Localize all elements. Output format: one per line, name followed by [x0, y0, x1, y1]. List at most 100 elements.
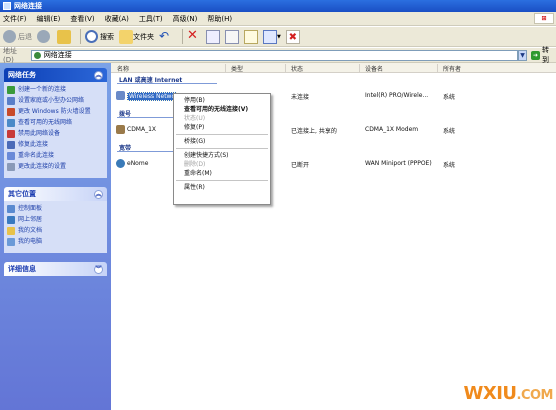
properties-button[interactable] [244, 29, 258, 44]
task-setup-home-network[interactable]: 设置家庭或小型办公网络 [7, 97, 104, 105]
menu-tools[interactable]: 工具(T) [139, 14, 163, 24]
context-menu: 停用(B) 查看可用的无线连接(V) 状态(U) 修复(P) 桥接(G) 创建快… [173, 93, 271, 205]
wireless-connection-name[interactable]: Wireless Netwo [127, 92, 178, 101]
task-change-settings[interactable]: 更改此连接的设置 [7, 163, 104, 171]
menu-view[interactable]: 查看(V) [70, 14, 94, 24]
task-label: 查看可用的无线网络 [18, 119, 73, 126]
task-label: 修复此连接 [18, 141, 49, 148]
close-folder-button[interactable]: ✖ [285, 29, 300, 44]
properties-icon [244, 29, 258, 44]
task-label: 更改此连接的设置 [18, 163, 67, 170]
cdma-connection-status: 已连接上, 共享的 [291, 128, 337, 135]
go-label: 转到 [542, 46, 550, 64]
task-repair-connection[interactable]: 修复此连接 [7, 141, 104, 149]
place-label: 我的电脑 [18, 238, 43, 245]
network-tasks-panel: 网络任务 ︽ 创建一个新的连接 设置家庭或小型办公网络 更改 Windows 防… [4, 68, 107, 178]
repair-icon [7, 141, 15, 149]
ctx-disable[interactable]: 停用(B) [174, 96, 270, 105]
network-tasks-header[interactable]: 网络任务 ︽ [4, 68, 107, 82]
my-documents-icon [7, 227, 15, 235]
menu-file[interactable]: 文件(F) [3, 14, 27, 24]
menu-edit[interactable]: 编辑(E) [37, 14, 61, 24]
up-folder-button[interactable] [57, 29, 71, 44]
go-button[interactable]: ➜ 转到 [531, 45, 556, 65]
task-rename-connection[interactable]: 重命名此连接 [7, 152, 104, 160]
menu-advanced[interactable]: 高级(N) [173, 14, 198, 24]
column-owner[interactable]: 所有者 [443, 64, 461, 73]
folders-button[interactable]: 文件夹 [119, 29, 154, 44]
place-control-panel[interactable]: 控制面板 [7, 205, 104, 213]
column-name[interactable]: 名称 [117, 64, 129, 73]
rename-icon [7, 152, 15, 160]
wireless-connection-icon[interactable] [116, 91, 125, 100]
task-create-connection[interactable]: 创建一个新的连接 [7, 86, 104, 94]
address-label: 地址(D) [3, 47, 17, 64]
column-divider[interactable] [359, 64, 360, 72]
forward-arrow-icon [37, 30, 50, 43]
place-my-documents[interactable]: 我的文档 [7, 227, 104, 235]
place-network-neighborhood[interactable]: 网上邻居 [7, 216, 104, 224]
address-value: 网络连接 [43, 51, 72, 59]
modem-connection-icon[interactable] [116, 125, 125, 134]
details-header[interactable]: 详细信息 ︾ [4, 262, 107, 276]
column-status[interactable]: 状态 [291, 64, 303, 73]
column-headers: 名称 类型 状态 设备名 所有者 [111, 63, 556, 73]
cdma-connection-device: CDMA_1X Modem [365, 126, 419, 133]
ctx-properties[interactable]: 属性(R) [174, 183, 270, 192]
network-places-icon [7, 216, 15, 224]
ctx-separator [176, 148, 268, 149]
collapse-chevron-icon[interactable]: ︽ [94, 70, 103, 80]
ctx-delete: 删除(D) [184, 161, 206, 168]
enome-connection-owner: 系统 [443, 162, 456, 169]
task-firewall-settings[interactable]: 更改 Windows 防火墙设置 [7, 108, 104, 116]
search-button[interactable]: 搜索 [85, 30, 114, 43]
other-places-panel: 其它位置 ︽ 控制面板 网上邻居 我的文档 我的电脑 [4, 187, 107, 253]
toolbar-separator [80, 29, 81, 44]
column-divider[interactable] [225, 64, 226, 72]
my-computer-icon [7, 238, 15, 246]
network-connections-icon [33, 51, 41, 59]
broadband-connection-icon[interactable] [116, 159, 125, 168]
views-button[interactable]: ▼ [263, 29, 281, 44]
enome-connection-name[interactable]: eNome [127, 160, 148, 167]
ctx-view-wireless[interactable]: 查看可用的无线连接(V) [174, 105, 270, 114]
cdma-connection-name[interactable]: CDMA_1X [127, 126, 156, 133]
undo-button[interactable]: ↶ [159, 30, 173, 44]
other-places-title: 其它位置 [8, 190, 36, 198]
address-input[interactable]: 网络连接 [30, 49, 519, 61]
place-my-computer[interactable]: 我的电脑 [7, 238, 104, 246]
column-divider[interactable] [285, 64, 286, 72]
menu-help[interactable]: 帮助(H) [207, 14, 232, 24]
ctx-create-shortcut[interactable]: 创建快捷方式(S) [174, 151, 270, 160]
task-view-wireless[interactable]: 查看可用的无线网络 [7, 119, 104, 127]
delete-button[interactable]: ✕ [187, 29, 201, 44]
column-divider[interactable] [437, 64, 438, 72]
ctx-rename[interactable]: 重命名(M) [174, 169, 270, 178]
enome-connection-status: 已断开 [291, 162, 310, 169]
column-type[interactable]: 类型 [231, 64, 243, 73]
collapse-chevron-icon[interactable]: ︽ [94, 189, 103, 199]
menu-favorites[interactable]: 收藏(A) [105, 14, 129, 24]
ctx-separator [176, 180, 268, 181]
watermark-main: WXIU [463, 383, 517, 404]
forward-button[interactable] [37, 30, 52, 43]
expand-chevron-icon[interactable]: ︾ [94, 264, 103, 274]
task-label: 重命名此连接 [18, 152, 55, 159]
disable-icon [7, 130, 15, 138]
chevron-down-icon: ▼ [277, 33, 281, 40]
firewall-icon [7, 108, 15, 116]
address-dropdown-button[interactable]: ▼ [518, 49, 528, 61]
other-places-header[interactable]: 其它位置 ︽ [4, 187, 107, 201]
home-network-icon [7, 97, 15, 105]
ctx-bridge[interactable]: 桥接(G) [174, 137, 270, 146]
control-panel-icon [7, 205, 15, 213]
column-device[interactable]: 设备名 [365, 64, 383, 73]
task-disable-device[interactable]: 禁用此网络设备 [7, 130, 104, 138]
copy-button[interactable] [206, 29, 220, 44]
paste-button[interactable] [225, 29, 239, 44]
ctx-repair[interactable]: 修复(P) [174, 123, 270, 132]
task-label: 设置家庭或小型办公网络 [18, 97, 85, 104]
network-folder-icon [3, 2, 11, 10]
ctx-separator [176, 134, 268, 135]
back-button[interactable]: 后退 [3, 30, 32, 43]
